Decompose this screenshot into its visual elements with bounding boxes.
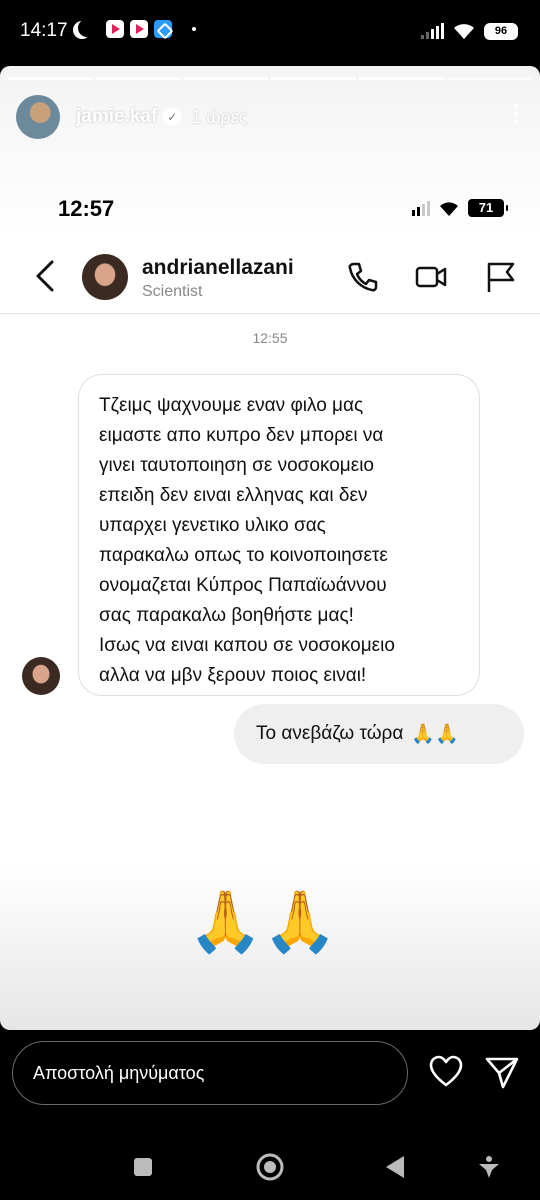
sender-avatar xyxy=(22,657,60,695)
message-line: γινει ταυτοποιηση σε νοσοκομειο xyxy=(99,455,374,476)
ios-signal-icon xyxy=(412,200,430,216)
chat-header: andrianellazani Scientist xyxy=(0,244,540,314)
accessibility-icon[interactable] xyxy=(472,1150,506,1184)
video-call-icon[interactable] xyxy=(414,260,448,294)
message-line: ειμαστε απο κυπρο δεν μπορει να xyxy=(99,425,384,446)
outgoing-emoji: 🙏🙏 xyxy=(411,723,459,745)
message-line: αλλα να μβν ξερουν ποιος ειναι! xyxy=(99,665,367,686)
progress-segment xyxy=(8,77,93,80)
message-timestamp: 12:55 xyxy=(252,330,288,346)
app-notification-icon xyxy=(154,20,172,38)
story-age: 1 ώρες xyxy=(191,106,248,127)
message-line: σας παρακαλω βοηθήστε μας! xyxy=(99,605,354,626)
message-line: ονομαζεται Κύπρος Παπαϊωάννου xyxy=(99,575,387,596)
notification-icons xyxy=(72,20,196,38)
progress-segment xyxy=(359,77,445,80)
home-icon[interactable] xyxy=(253,1150,287,1184)
progress-segment xyxy=(95,77,181,80)
ios-wifi-icon xyxy=(440,201,458,216)
phone-icon[interactable] xyxy=(346,260,380,294)
more-notifications-dot xyxy=(192,27,196,31)
story-viewer[interactable]: jamie.kaf ✓ 1 ώρες 12:57 71 andrianellaz… xyxy=(0,66,540,1030)
incoming-message-bubble[interactable]: Τζειμς ψαχνουμε εναν φιλο μας ειμαστε απ… xyxy=(78,374,480,696)
story-avatar[interactable] xyxy=(16,95,60,139)
outgoing-message-text: Το ανεβάζω τώρα xyxy=(256,723,404,744)
ios-battery-icon: 71 xyxy=(468,199,508,217)
progress-segment xyxy=(271,77,357,80)
contact-avatar[interactable] xyxy=(82,254,128,300)
send-message-input[interactable]: Αποστολή μηνύματος xyxy=(12,1041,408,1105)
flag-icon[interactable] xyxy=(484,260,518,294)
contact-subtitle: Scientist xyxy=(142,283,203,300)
story-username[interactable]: jamie.kaf xyxy=(76,106,157,128)
play-app-icon xyxy=(130,20,148,38)
story-reply-bar: Αποστολή μηνύματος xyxy=(0,1030,540,1130)
back-arrow-icon[interactable] xyxy=(30,256,60,296)
heart-icon[interactable] xyxy=(428,1054,464,1090)
system-navigation-bar xyxy=(0,1130,540,1200)
message-line: υπαρχει γενετικο υλικο σας xyxy=(99,515,326,536)
contact-name[interactable]: andrianellazani xyxy=(142,256,294,280)
outgoing-message-bubble[interactable]: Το ανεβάζω τώρα 🙏🙏 xyxy=(234,704,524,764)
message-line: παρακαλω οπως το κοινοποιησετε xyxy=(99,545,388,566)
verified-badge-icon: ✓ xyxy=(163,108,182,126)
do-not-disturb-icon xyxy=(78,19,96,37)
recents-icon[interactable] xyxy=(126,1150,160,1184)
message-line: Τζειμς ψαχνουμε εναν φιλο μας xyxy=(99,395,364,416)
ios-indicators: 71 xyxy=(412,199,508,217)
progress-segment xyxy=(183,77,269,80)
system-indicators: 96 xyxy=(421,22,518,40)
system-status-bar: 14:17 96 xyxy=(0,0,540,66)
message-line: Ισως να ειναι καπου σε νοσοκομειο xyxy=(99,635,395,656)
signal-icon xyxy=(421,23,444,39)
ios-time: 12:57 xyxy=(58,196,115,221)
send-icon[interactable] xyxy=(484,1054,520,1090)
battery-icon: 96 xyxy=(484,22,518,40)
more-options-icon[interactable] xyxy=(514,104,520,128)
story-progress xyxy=(8,77,532,80)
story-emoji-sticker: 🙏🙏 xyxy=(188,888,338,955)
progress-segment xyxy=(447,77,532,80)
message-line: επειδη δεν ειναι ελληνας και δεν xyxy=(99,485,368,506)
wifi-icon xyxy=(454,24,474,39)
back-nav-icon[interactable] xyxy=(378,1150,412,1184)
story-header: jamie.kaf ✓ 1 ώρες xyxy=(16,94,524,140)
play-store-icon xyxy=(106,20,124,38)
system-time: 14:17 xyxy=(20,20,68,41)
